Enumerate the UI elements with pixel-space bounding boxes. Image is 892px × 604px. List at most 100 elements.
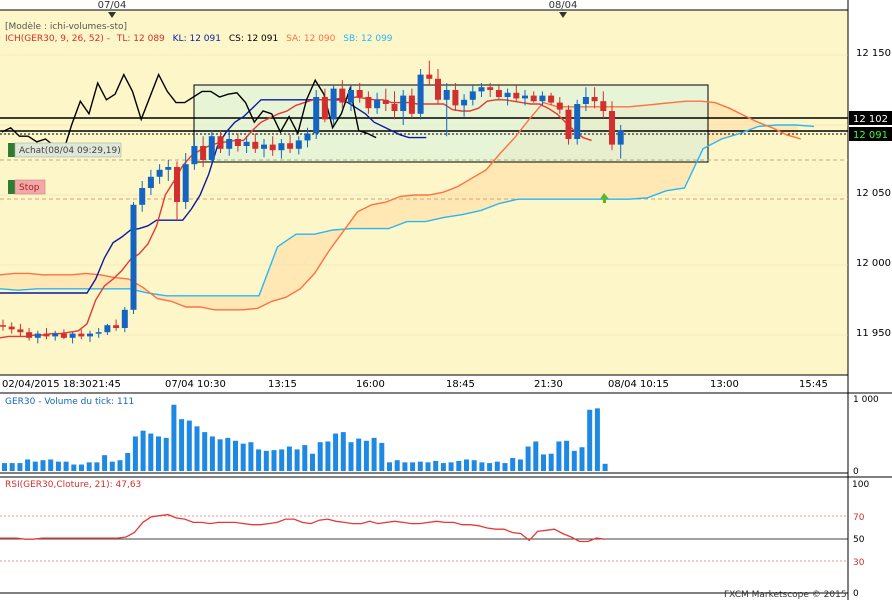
buy-order-handle[interactable] [8, 143, 15, 157]
y-tick-label: 11 950 [856, 328, 891, 339]
candle-body [252, 141, 259, 149]
buy-order-label[interactable]: Achat(08/04 09:29,19) [8, 142, 122, 158]
candle-body [548, 95, 555, 103]
volume-bar [348, 442, 354, 471]
volume-bar [63, 461, 69, 471]
candle-body [417, 74, 424, 114]
candle [313, 90, 320, 139]
chart-window: 07/04 08/04 [Modèle : ichi-volumes-sto] … [0, 0, 892, 600]
volume-bar [102, 455, 108, 471]
candle [417, 69, 424, 120]
volume-bar [417, 461, 423, 471]
candle [330, 85, 337, 125]
volume-bar [194, 426, 200, 471]
volume-bar [94, 462, 100, 471]
x-tick-label: 02/04/2015 18:30 [2, 379, 92, 390]
candle-body [269, 144, 276, 151]
candle-body [191, 146, 198, 165]
volume-y-tick: 1 000 [853, 395, 879, 405]
x-tick-label: 18:45 [446, 379, 475, 390]
candle-body [182, 164, 189, 202]
stop-order-label[interactable]: Stop [8, 179, 46, 195]
rsi-y-tick: 70 [853, 513, 865, 523]
rsi-y-axis: 100 70 50 30 0 [849, 478, 873, 599]
volume-bar [225, 437, 231, 471]
volume-bar [240, 443, 246, 471]
volume-bar [32, 461, 38, 471]
volume-bar [541, 454, 546, 471]
volume-bar [148, 433, 154, 471]
volume-bar [171, 404, 177, 471]
senkou-a-value: SA: 12 090 [286, 34, 336, 44]
kijun-value: KL: 12 091 [173, 34, 221, 44]
volume-bar [510, 458, 516, 471]
y-tick-label: 12 050 [856, 188, 891, 199]
volume-bar [132, 436, 138, 471]
candle-body [504, 92, 511, 97]
candle-body [609, 111, 615, 145]
candle-body [304, 133, 311, 141]
candle-body [87, 333, 93, 337]
volume-bar [533, 441, 539, 471]
candle-body [574, 104, 581, 139]
candle-body [513, 92, 520, 99]
volume-bar [71, 464, 77, 471]
candle-body [487, 87, 494, 90]
range-box [193, 84, 709, 163]
candle-body [556, 102, 563, 110]
chikou-value: CS: 12 091 [229, 34, 278, 44]
volume-bar [256, 449, 262, 471]
candle-body [591, 97, 598, 102]
candle-body [391, 104, 398, 111]
volume-bar [579, 447, 585, 471]
candle-body [17, 329, 24, 333]
candle-body [565, 109, 572, 139]
volume-bar [325, 441, 331, 471]
volume-bar [109, 461, 115, 471]
volume-bar [517, 459, 523, 471]
volume-bar [440, 463, 446, 471]
stop-order-text: Stop [19, 183, 40, 193]
candle-body [174, 167, 180, 202]
volume-label: GER30 - Volume du tick: 111 [5, 397, 134, 407]
senkou-b-value: SB: 12 099 [343, 34, 393, 44]
volume-bar [433, 460, 439, 471]
x-tick-label: 13:00 [710, 379, 739, 390]
candle-body [208, 136, 215, 160]
volume-bar [471, 460, 477, 471]
volume-bar [356, 438, 362, 471]
volume-bar [525, 446, 531, 471]
candle-body [278, 143, 285, 151]
candle-body [539, 95, 546, 102]
stop-order-handle[interactable] [8, 180, 15, 194]
volume-bar [156, 436, 161, 471]
footer-copyright: FXCM Marketscope © 2015 [724, 590, 847, 600]
candle-body [374, 99, 381, 109]
volume-bar [548, 453, 554, 471]
volume-bar [456, 460, 462, 471]
volume-bar [363, 440, 369, 471]
price-tag-text: 12 102 [853, 114, 888, 125]
candle-body [78, 333, 85, 337]
chart-canvas: 07/04 08/04 [Modèle : ichi-volumes-sto] … [0, 0, 892, 600]
volume-bar [410, 462, 416, 471]
volume-bar [202, 432, 208, 471]
volume-y-tick: 0 [853, 467, 859, 477]
candle-body [330, 88, 337, 120]
candle [565, 105, 572, 145]
volume-bar [394, 460, 400, 471]
time-x-axis: 02/04/2015 18:30 21:45 07/04 10:30 13:15… [2, 379, 828, 390]
candle-body [600, 101, 607, 111]
volume-bar [425, 462, 431, 471]
volume-bar [40, 460, 46, 471]
candle-body [226, 139, 233, 149]
volume-bar [125, 453, 131, 471]
candle-body [104, 325, 111, 333]
candle-body [34, 333, 41, 338]
candle-body [522, 95, 528, 99]
volume-bar [248, 442, 254, 471]
ichimoku-legend: ICH(GER30, 9, 26, 52) - TL: 12 089 KL: 1… [5, 34, 393, 44]
volume-bar [387, 462, 392, 471]
volume-bar [487, 463, 493, 471]
x-tick-label: 08/04 10:15 [608, 379, 669, 390]
